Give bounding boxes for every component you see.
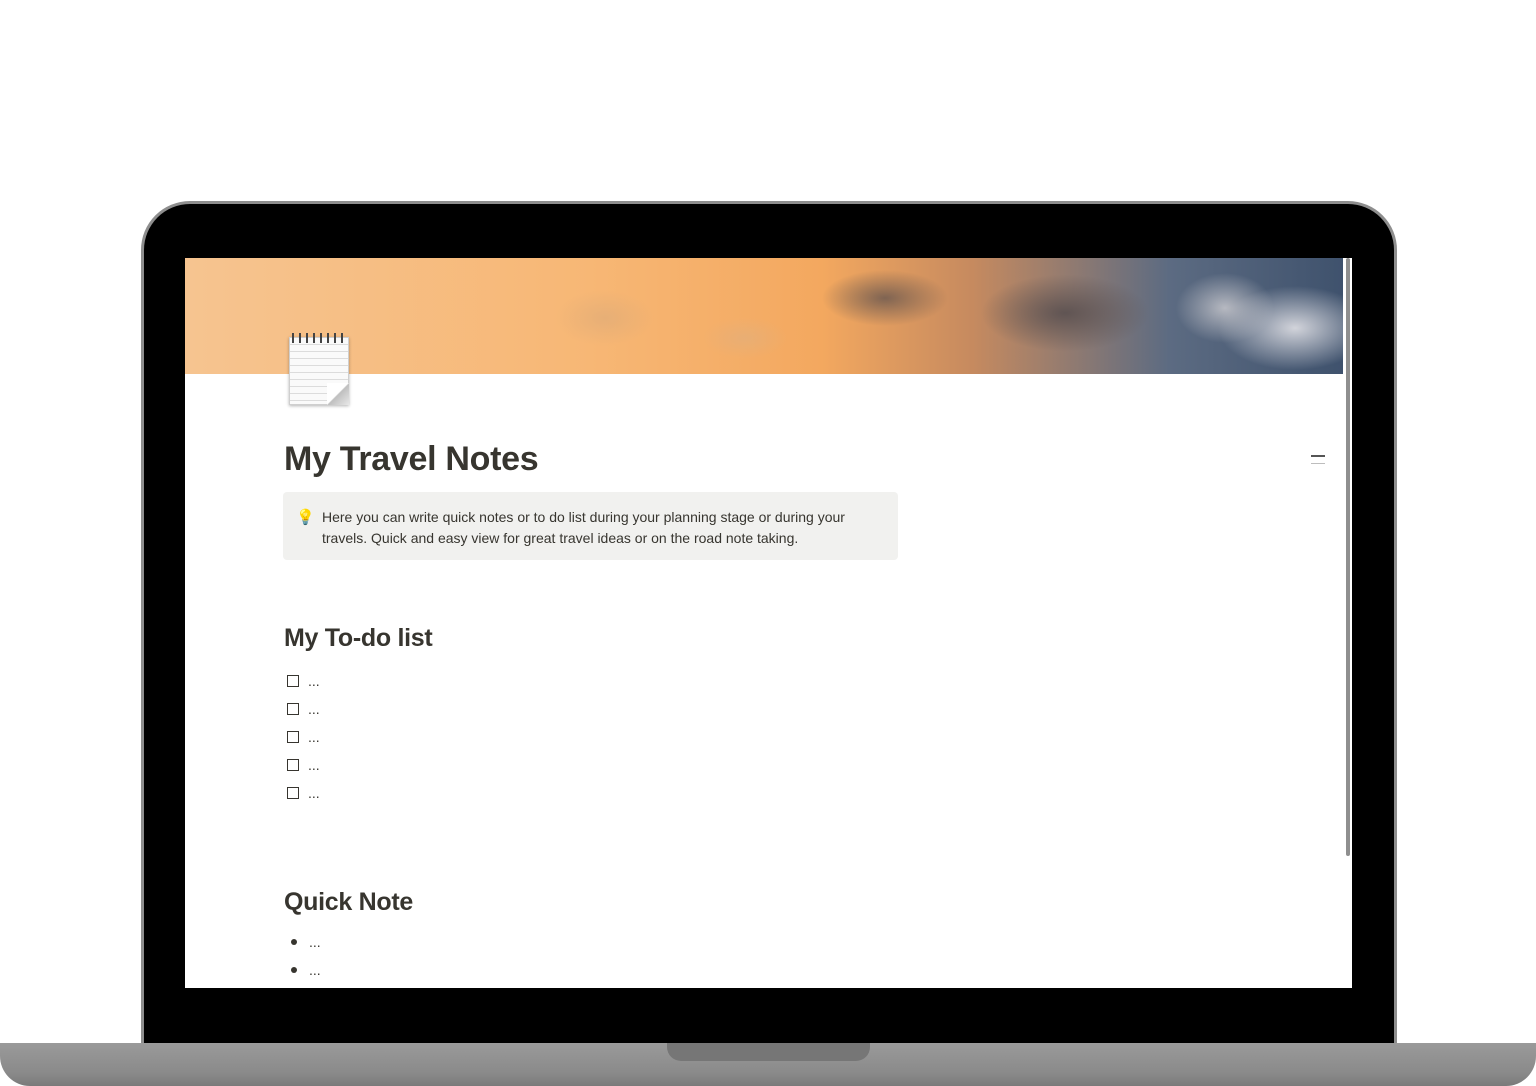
bullet-icon: [291, 967, 297, 973]
todo-item-text[interactable]: ...: [308, 785, 320, 801]
table-of-contents-icon[interactable]: [1311, 455, 1325, 470]
list-item[interactable]: ...: [287, 956, 321, 984]
callout-block[interactable]: 💡 Here you can write quick notes or to d…: [283, 492, 898, 560]
todo-heading[interactable]: My To-do list: [284, 624, 433, 653]
todo-item[interactable]: ...: [287, 667, 320, 695]
list-item-text[interactable]: ...: [309, 934, 321, 950]
list-item[interactable]: ...: [287, 928, 321, 956]
laptop-hinge-notch: [667, 1043, 870, 1061]
todo-item[interactable]: ...: [287, 779, 320, 807]
checkbox[interactable]: [287, 787, 299, 799]
checkbox[interactable]: [287, 675, 299, 687]
bullet-icon: [291, 939, 297, 945]
notepad-page-curl: [327, 383, 349, 405]
todo-list: ... ... ... ... ...: [287, 667, 320, 807]
bullet-list: ... ...: [287, 928, 321, 984]
cover-image: [185, 258, 1343, 374]
laptop-screen: My Travel Notes 💡 Here you can write qui…: [185, 258, 1352, 988]
todo-item[interactable]: ...: [287, 723, 320, 751]
quick-note-heading[interactable]: Quick Note: [284, 888, 413, 917]
list-item-text[interactable]: ...: [309, 962, 321, 978]
todo-item-text[interactable]: ...: [308, 701, 320, 717]
scrollbar[interactable]: [1346, 258, 1350, 856]
todo-item[interactable]: ...: [287, 695, 320, 723]
lightbulb-icon: 💡: [296, 509, 315, 526]
checkbox[interactable]: [287, 731, 299, 743]
todo-item-text[interactable]: ...: [308, 729, 320, 745]
checkbox[interactable]: [287, 759, 299, 771]
todo-item-text[interactable]: ...: [308, 673, 320, 689]
todo-item-text[interactable]: ...: [308, 757, 320, 773]
todo-item[interactable]: ...: [287, 751, 320, 779]
notepad-rings: [292, 333, 346, 343]
checkbox[interactable]: [287, 703, 299, 715]
callout-text[interactable]: Here you can write quick notes or to do …: [322, 509, 845, 546]
notepad-icon[interactable]: [289, 333, 349, 405]
page-title[interactable]: My Travel Notes: [284, 440, 539, 479]
